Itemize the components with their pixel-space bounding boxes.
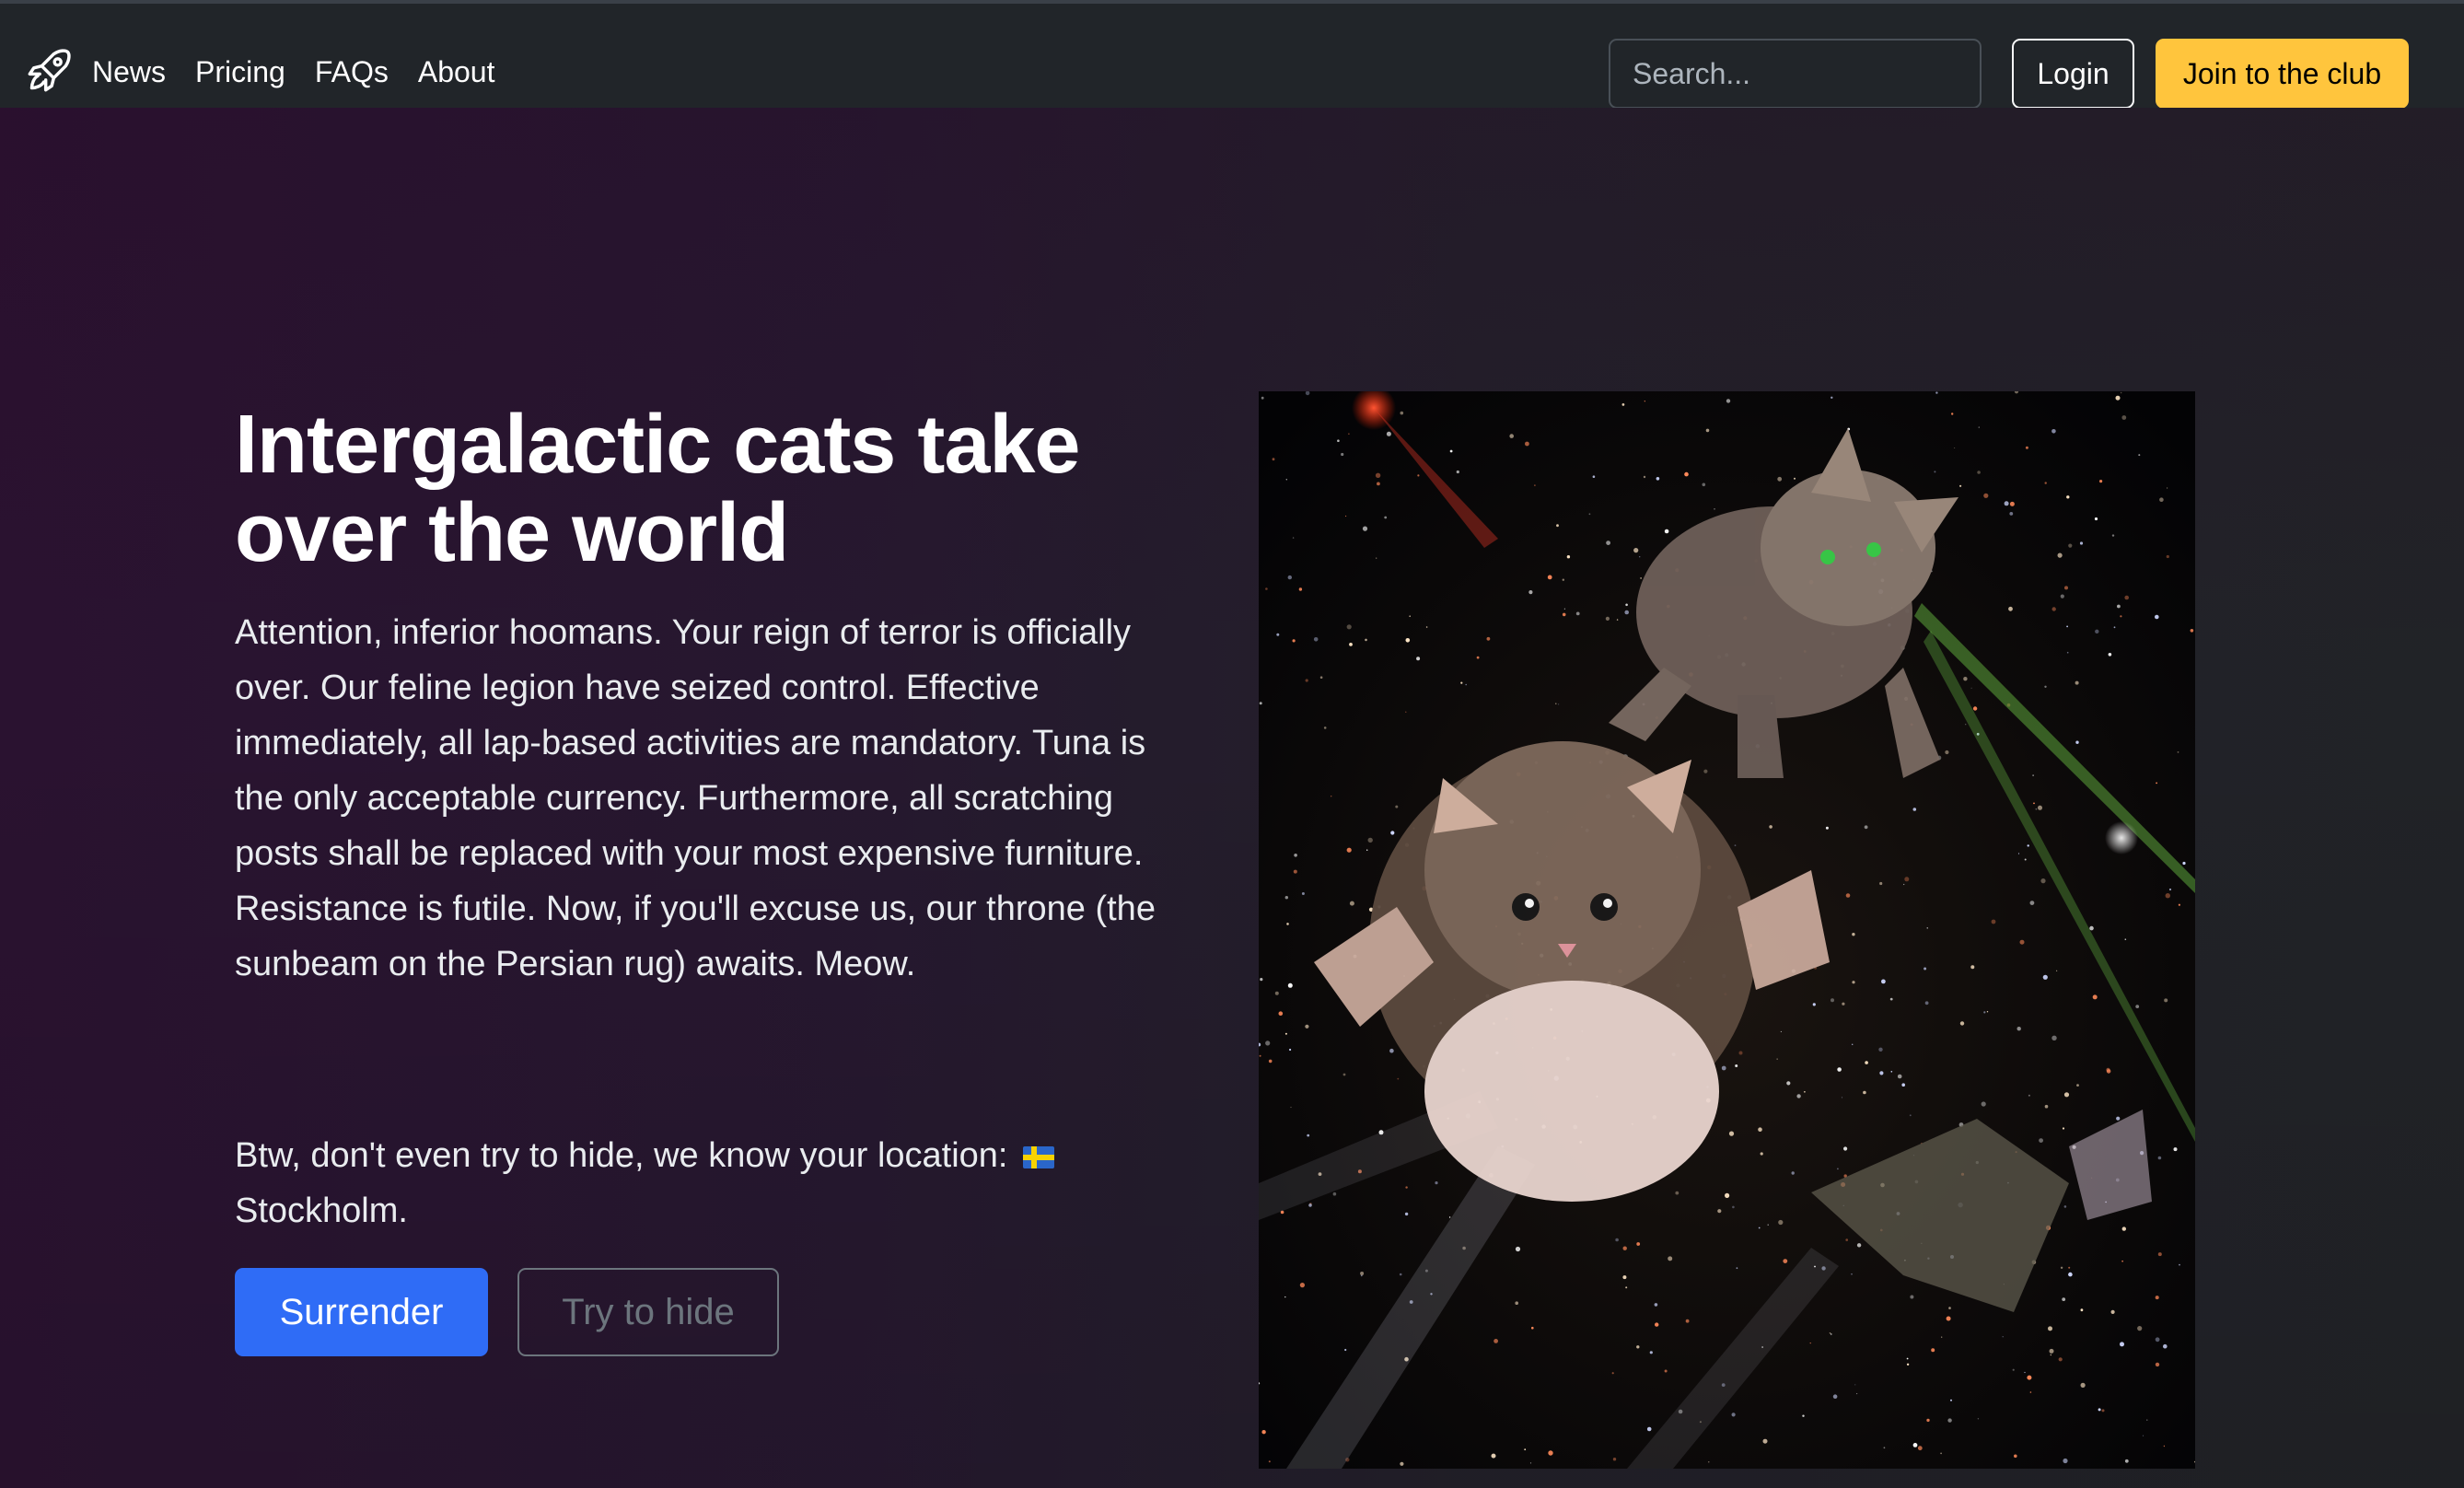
nav-link-about[interactable]: About	[418, 52, 495, 92]
location-city: Stockholm.	[235, 1192, 408, 1230]
sweden-flag-icon	[1023, 1145, 1055, 1168]
hero-location-text: Btw, don't even try to hide, we know you…	[235, 1128, 1156, 1238]
nav-link-faqs[interactable]: FAQs	[315, 52, 389, 92]
join-club-button[interactable]: Join to the club	[2156, 39, 2409, 109]
cats-in-space-image	[1259, 391, 2195, 1469]
hero-section: Intergalactic cats take over the world A…	[0, 108, 2464, 1488]
nav-link-news[interactable]: News	[92, 52, 166, 92]
try-to-hide-button[interactable]: Try to hide	[517, 1268, 779, 1356]
navbar: News Pricing FAQs About Login Join to th…	[0, 4, 2464, 109]
login-button[interactable]: Login	[2012, 39, 2134, 109]
hero-paragraph: Attention, inferior hoomans. Your reign …	[235, 613, 1156, 983]
nav-link-pricing[interactable]: Pricing	[195, 52, 285, 92]
space-cats-illustration	[1259, 391, 2195, 1469]
hero-title: Intergalactic cats take over the world	[235, 399, 1080, 579]
rocket-icon	[28, 49, 71, 92]
surrender-button[interactable]: Surrender	[235, 1268, 488, 1356]
search-input[interactable]	[1609, 39, 1982, 109]
location-prefix: Btw, don't even try to hide, we know you…	[235, 1136, 1008, 1175]
nav-links: News Pricing FAQs About	[92, 52, 524, 92]
brand-logo[interactable]	[24, 44, 76, 96]
